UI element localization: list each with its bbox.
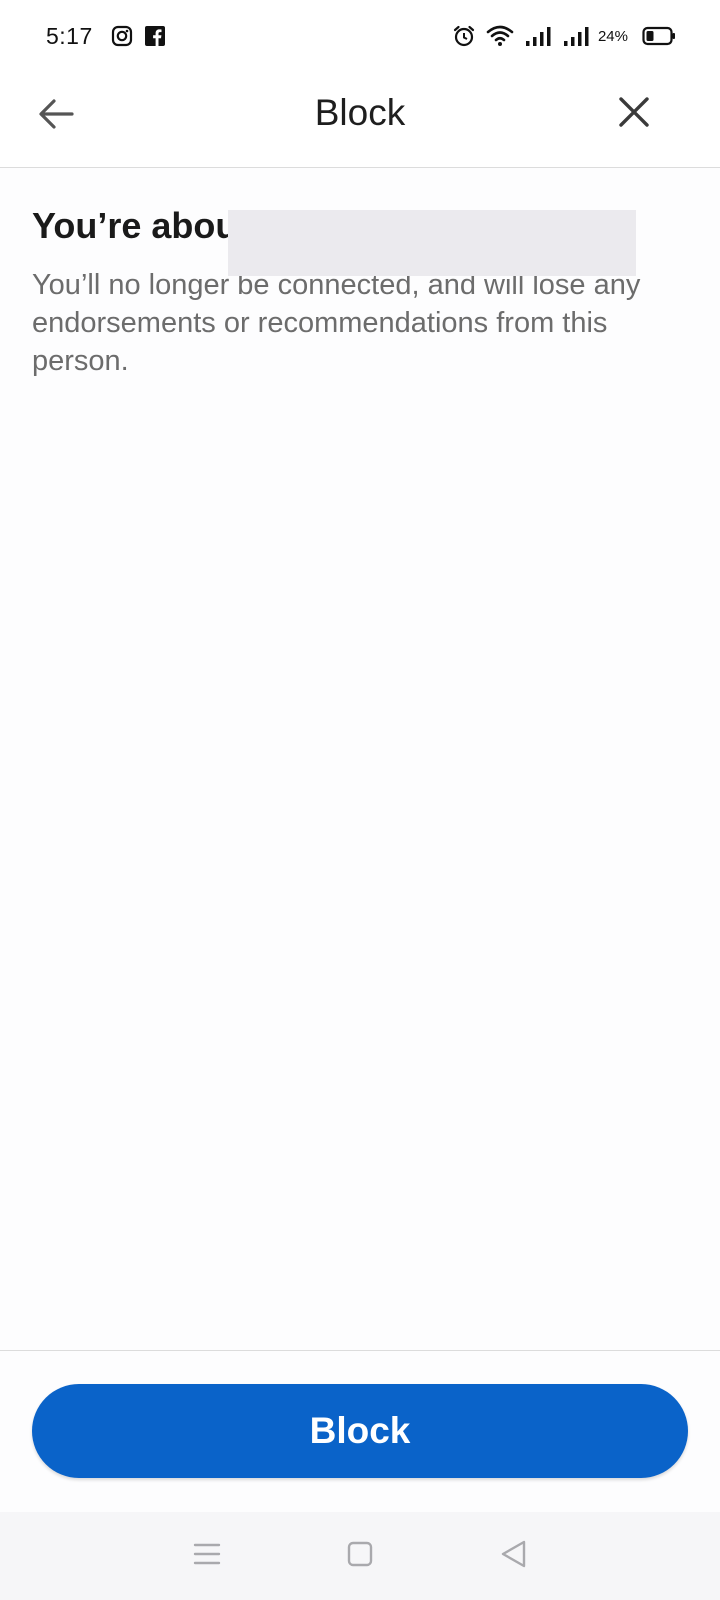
home-button[interactable] (330, 1526, 390, 1586)
navigation-bar (0, 1512, 720, 1600)
signal-icon (524, 25, 552, 47)
status-bar: 5:17 24% (0, 0, 720, 72)
block-button[interactable]: Block (32, 1384, 688, 1478)
confirmation-description: You’ll no longer be connected, and will … (32, 269, 641, 377)
signal-icon (562, 25, 590, 47)
battery-percent: 24% (597, 27, 628, 45)
wifi-icon (486, 24, 514, 48)
battery-icon (642, 26, 676, 46)
footer-divider (0, 1350, 720, 1351)
close-icon (619, 96, 649, 132)
app-bar: Block (0, 72, 720, 168)
nav-back-button[interactable] (483, 1526, 543, 1586)
status-bar-right: 24% (442, 24, 676, 48)
facebook-icon (144, 26, 165, 46)
close-button[interactable] (608, 88, 660, 140)
recent-apps-button[interactable] (177, 1526, 237, 1586)
alarm-icon (452, 24, 476, 48)
redacted-name-block (228, 210, 636, 276)
instagram-icon (111, 25, 133, 47)
status-time: 5:17 (46, 22, 93, 49)
status-bar-left: 5:17 (46, 23, 177, 50)
screen: 5:17 24% Block You’re abou You’ll no lon… (0, 0, 720, 1600)
content: You’re abou You’ll no longer be connecte… (32, 200, 692, 380)
home-icon (347, 1541, 373, 1572)
menu-icon (193, 1542, 221, 1571)
back-triangle-icon (499, 1539, 527, 1574)
